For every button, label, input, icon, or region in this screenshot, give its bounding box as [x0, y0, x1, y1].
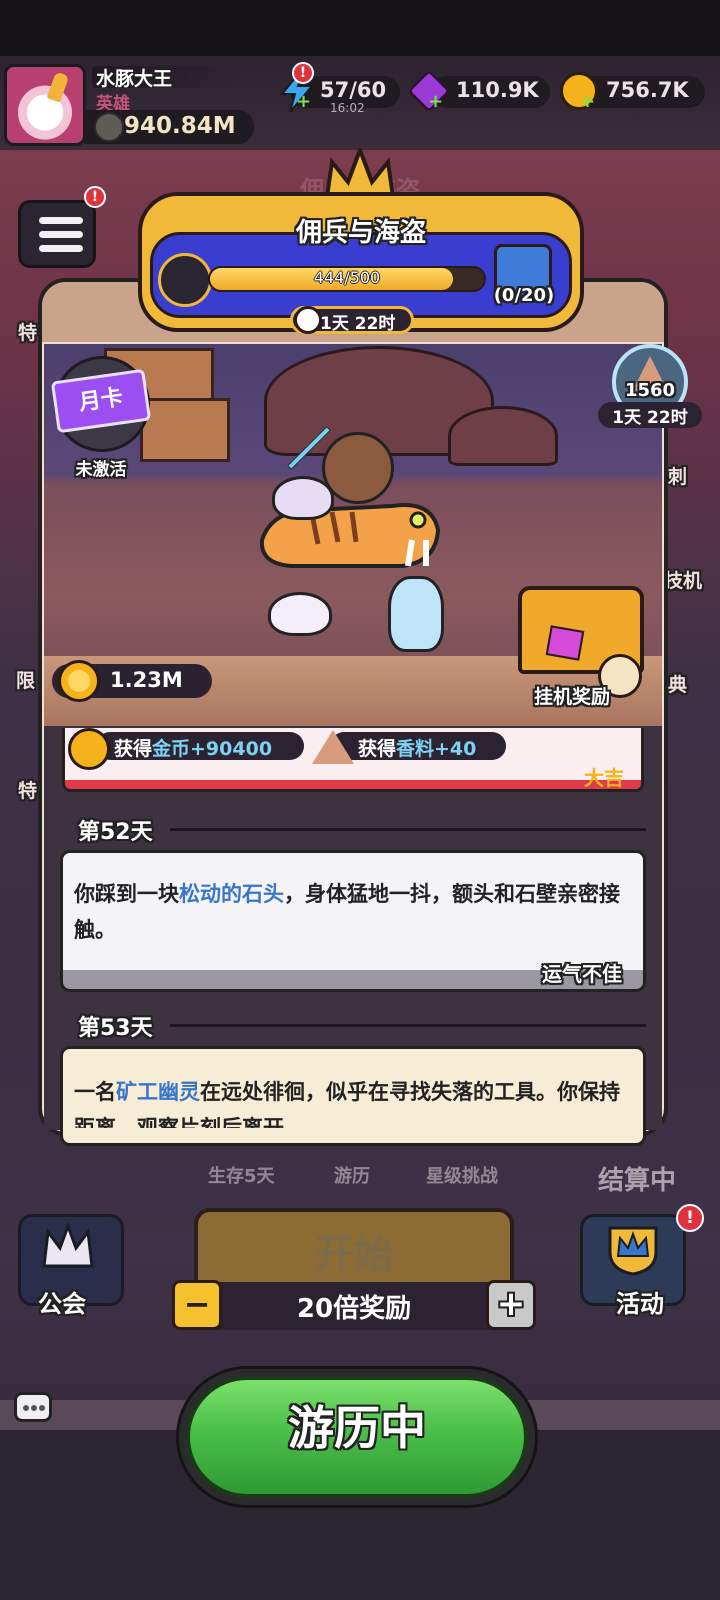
- menu-button[interactable]: [18, 200, 96, 268]
- menu-line: [39, 245, 83, 252]
- reward-spice-text: 获得香料+40: [358, 738, 477, 760]
- snow-slime-icon: [268, 592, 332, 636]
- menu-badge: !: [84, 186, 106, 208]
- coin-icon-inner: [68, 670, 90, 692]
- energy-timer: 16:02: [330, 101, 365, 115]
- left-side-label-3[interactable]: 特: [18, 776, 37, 803]
- idle-reward-label[interactable]: 挂机奖励: [534, 682, 610, 709]
- gift-count: (0/20): [493, 285, 555, 306]
- settling-label: 结算中: [598, 1166, 677, 1196]
- activity-badge: !: [676, 1204, 704, 1232]
- day-divider: [170, 828, 646, 831]
- gem-value: 110.9K: [456, 78, 539, 102]
- power-value: 940.84M: [124, 113, 236, 139]
- day-header: 第52天: [78, 820, 153, 845]
- flag-icon: [158, 253, 212, 307]
- status-bar: [0, 0, 720, 56]
- spice-timer: 1天 22时: [612, 408, 688, 428]
- left-side-label-2[interactable]: 限: [16, 666, 35, 693]
- log-entry-text: 你踩到一块松动的石头，身体猛地一抖，额头和石壁亲密接触。: [74, 882, 620, 942]
- coin-value: 756.7K: [606, 78, 689, 102]
- spice-count: 1560: [624, 380, 676, 401]
- event-progress-text: 444/500: [313, 268, 381, 287]
- tab-star-challenge[interactable]: 星级挑战: [426, 1162, 498, 1188]
- start-label: 开始: [314, 1232, 394, 1278]
- chat-button[interactable]: [14, 1392, 52, 1422]
- ice-spirit-icon: [388, 576, 444, 652]
- left-side-label-1[interactable]: 特: [18, 318, 37, 345]
- tab-explore[interactable]: 游历: [334, 1162, 370, 1188]
- event-timer: 1天 22时: [320, 314, 396, 334]
- log-entry-footer: [62, 780, 644, 792]
- crown-slime-icon: [272, 476, 334, 520]
- multiplier-label: 20倍奖励: [296, 1294, 412, 1324]
- energy-plus-icon[interactable]: +: [296, 93, 312, 111]
- menu-line: [39, 231, 83, 238]
- decrease-multiplier-button[interactable]: −: [172, 1280, 222, 1330]
- shield-crown-icon: [608, 1226, 658, 1276]
- exploring-label: 游历中: [288, 1401, 426, 1455]
- energy-value: 57/60: [320, 78, 387, 102]
- right-side-label-3[interactable]: 典: [668, 670, 687, 697]
- coin-plus-icon[interactable]: +: [580, 93, 596, 111]
- increase-multiplier-button[interactable]: +: [486, 1280, 536, 1330]
- day-divider: [170, 1024, 646, 1027]
- crate: [140, 398, 230, 462]
- reward-coin-text: 获得金币+90400: [114, 738, 273, 760]
- coin-pool-value: 1.23M: [110, 668, 183, 692]
- guild-crown-icon: [42, 1222, 94, 1268]
- coin-icon: [68, 728, 110, 770]
- chat-dots-icon: [23, 1405, 45, 1411]
- right-side-label-1[interactable]: 刺: [668, 462, 687, 489]
- luck-label: 运气不佳: [542, 962, 622, 986]
- unicorn-horn-icon: [46, 71, 70, 103]
- month-card-status: 未激活: [75, 460, 127, 480]
- activity-label: 活动: [616, 1290, 664, 1318]
- log-entry-text: 一名矿工幽灵在远处徘徊，似乎在寻找失落的工具。你保持距离，观察片刻后离开。: [74, 1080, 620, 1128]
- day-header: 第53天: [78, 1016, 153, 1041]
- menu-line: [39, 217, 83, 224]
- avatar[interactable]: [4, 64, 86, 146]
- rock: [448, 406, 558, 466]
- guild-label: 公会: [38, 1290, 86, 1318]
- tab-survive[interactable]: 生存5天: [208, 1162, 275, 1188]
- stopwatch-icon: [294, 306, 322, 334]
- event-title: 佣兵与海盗: [295, 218, 426, 248]
- energy-badge: !: [292, 62, 314, 84]
- chest-gem-icon: [545, 625, 585, 661]
- right-side-label-2[interactable]: 技机: [664, 566, 702, 593]
- luck-label: 大吉: [584, 766, 624, 790]
- gem-plus-icon[interactable]: +: [428, 93, 444, 111]
- player-name: 水豚大王: [96, 68, 173, 90]
- power-fist-icon: [94, 112, 124, 142]
